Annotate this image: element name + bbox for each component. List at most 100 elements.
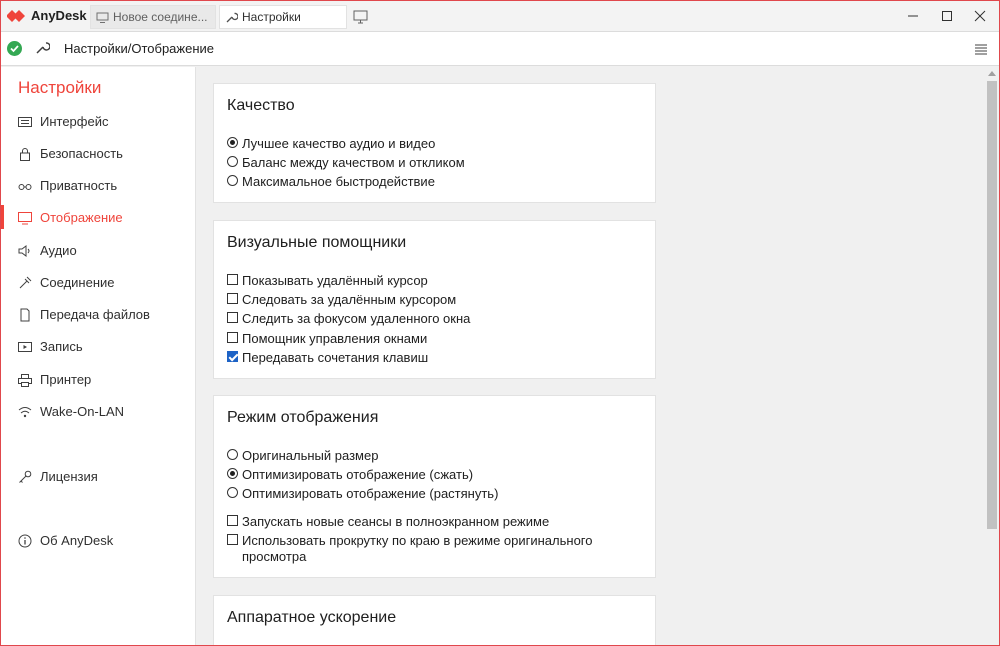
radio-selected (227, 137, 238, 148)
checkbox-unchecked (227, 312, 238, 323)
sidebar-item-connection[interactable]: Соединение (1, 268, 195, 298)
sidebar-item-label: Аудио (40, 243, 77, 258)
maximize-icon[interactable] (934, 5, 960, 27)
plug-icon (19, 276, 32, 289)
transmit-shortcuts-checkbox[interactable]: Передавать сочетания клавиш (227, 350, 428, 366)
sidebar-item-label: Интерфейс (40, 114, 109, 129)
panel-title: Визуальные помощники (227, 234, 407, 251)
sidebar-item-label: Приватность (40, 178, 118, 193)
show-remote-cursor-checkbox[interactable]: Показывать удалённый курсор (227, 273, 428, 289)
quality-balance-radio[interactable]: Баланс между качеством и откликом (227, 155, 465, 171)
sidebar-item-label: Лицензия (40, 469, 98, 484)
scroll-up-icon[interactable] (988, 70, 996, 76)
sidebar-item-license[interactable]: Лицензия (1, 462, 195, 492)
tab-new-connection[interactable]: Новое соедине... (90, 5, 216, 29)
option-label: Передавать сочетания клавиш (242, 350, 429, 365)
status-ok-icon (7, 41, 22, 56)
checkbox-unchecked (227, 274, 238, 285)
key-icon (19, 470, 32, 483)
option-label: Оптимизировать отображение (сжать) (242, 467, 474, 482)
hardware-acceleration-panel: Аппаратное ускорение (213, 595, 656, 645)
radio-unselected (227, 449, 238, 460)
sidebar-item-printer[interactable]: Принтер (1, 365, 195, 395)
window-manager-helper-checkbox[interactable]: Помощник управления окнами (227, 331, 427, 347)
sidebar-item-label: Безопасность (40, 146, 123, 161)
sidebar-item-label: Отображение (40, 210, 123, 225)
sidebar-item-wake-on-lan[interactable]: Wake-On-LAN (1, 397, 195, 427)
quality-panel: Качество Лучшее качество аудио и видео Б… (213, 83, 656, 203)
checkbox-unchecked (227, 534, 238, 545)
option-label: Оригинальный размер (242, 448, 379, 463)
vertical-scrollbar[interactable] (985, 67, 999, 645)
settings-content: Качество Лучшее качество аудио и видео Б… (197, 67, 985, 645)
quality-performance-radio[interactable]: Максимальное быстродействие (227, 174, 435, 190)
sidebar-title: Настройки (18, 78, 102, 97)
speaker-icon (18, 245, 30, 257)
tab-label: Новое соедине... (113, 10, 208, 24)
lock-icon (20, 148, 30, 161)
anydesk-window: AnyDesk Новое соедине... Настройки Настр… (0, 0, 1000, 646)
close-icon[interactable] (967, 5, 993, 27)
tab-settings[interactable]: Настройки (219, 5, 347, 29)
printer-icon (18, 374, 32, 387)
checkbox-checked (227, 351, 238, 362)
option-label: Показывать удалённый курсор (242, 273, 428, 288)
monitor-icon (96, 12, 109, 23)
radio-unselected (227, 487, 238, 498)
checkbox-unchecked (227, 293, 238, 304)
tab-label: Настройки (242, 10, 301, 24)
fullscreen-sessions-checkbox[interactable]: Запускать новые сеансы в полноэкранном р… (227, 514, 549, 530)
panel-title: Качество (227, 97, 295, 114)
sidebar-item-label: Передача файлов (40, 307, 150, 322)
option-label: Оптимизировать отображение (растянуть) (242, 486, 499, 501)
keyboard-icon (18, 117, 32, 127)
radio-unselected (227, 156, 238, 167)
sidebar-item-about[interactable]: Об AnyDesk (1, 526, 195, 556)
hamburger-menu-icon[interactable] (973, 41, 989, 57)
sidebar-item-label: Принтер (40, 372, 92, 387)
address-field[interactable]: Настройки/Отображение (64, 41, 214, 56)
settings-sidebar: Настройки Интерфейс Безопасность Приватн… (1, 67, 196, 645)
optimize-shrink-radio[interactable]: Оптимизировать отображение (сжать) (227, 467, 473, 483)
option-label: Следовать за удалённым курсором (242, 292, 457, 307)
option-label: Баланс между качеством и откликом (242, 155, 465, 170)
follow-remote-cursor-checkbox[interactable]: Следовать за удалённым курсором (227, 292, 456, 308)
radio-unselected (227, 175, 238, 186)
option-label: Следить за фокусом удаленного окна (242, 311, 471, 326)
radio-selected (227, 468, 238, 479)
sidebar-item-privacy[interactable]: Приватность (1, 171, 195, 201)
sidebar-item-file-transfer[interactable]: Передача файлов (1, 300, 195, 330)
checkbox-unchecked (227, 332, 238, 343)
address-bar: Настройки/Отображение (1, 32, 999, 66)
option-label: Лучшее качество аудио и видео (242, 136, 436, 151)
wrench-icon (36, 42, 50, 54)
minimize-icon[interactable] (900, 5, 926, 27)
visual-helpers-panel: Визуальные помощники Показывать удалённы… (213, 220, 656, 379)
sidebar-item-display[interactable]: Отображение (1, 203, 195, 233)
follow-window-focus-checkbox[interactable]: Следить за фокусом удаленного окна (227, 311, 470, 327)
anydesk-logo-icon (7, 10, 25, 22)
sidebar-item-audio[interactable]: Аудио (1, 236, 195, 266)
sidebar-item-label: Запись (40, 339, 83, 354)
sidebar-item-recording[interactable]: Запись (1, 332, 195, 362)
option-label: Максимальное быстродействие (242, 174, 435, 189)
quality-best-radio[interactable]: Лучшее качество аудио и видео (227, 136, 435, 152)
option-label: Использовать прокрутку по краю в режиме … (242, 533, 593, 564)
checkbox-unchecked (227, 515, 238, 526)
check-icon (10, 45, 19, 53)
wifi-icon (18, 407, 32, 418)
original-size-radio[interactable]: Оригинальный размер (227, 448, 378, 464)
option-label: Запускать новые сеансы в полноэкранном р… (242, 514, 550, 529)
sidebar-item-interface[interactable]: Интерфейс (1, 107, 195, 137)
option-label: Помощник управления окнами (242, 331, 428, 346)
panel-title: Режим отображения (227, 409, 379, 426)
new-session-icon[interactable] (353, 10, 369, 25)
optimize-stretch-radio[interactable]: Оптимизировать отображение (растянуть) (227, 486, 498, 502)
record-icon (18, 342, 32, 352)
sidebar-item-security[interactable]: Безопасность (1, 139, 195, 169)
info-icon (18, 534, 32, 548)
monitor-icon (18, 212, 32, 225)
edge-scroll-checkbox[interactable]: Использовать прокрутку по краю в режиме … (227, 533, 617, 565)
scrollbar-thumb[interactable] (987, 81, 997, 529)
file-icon (20, 308, 30, 322)
